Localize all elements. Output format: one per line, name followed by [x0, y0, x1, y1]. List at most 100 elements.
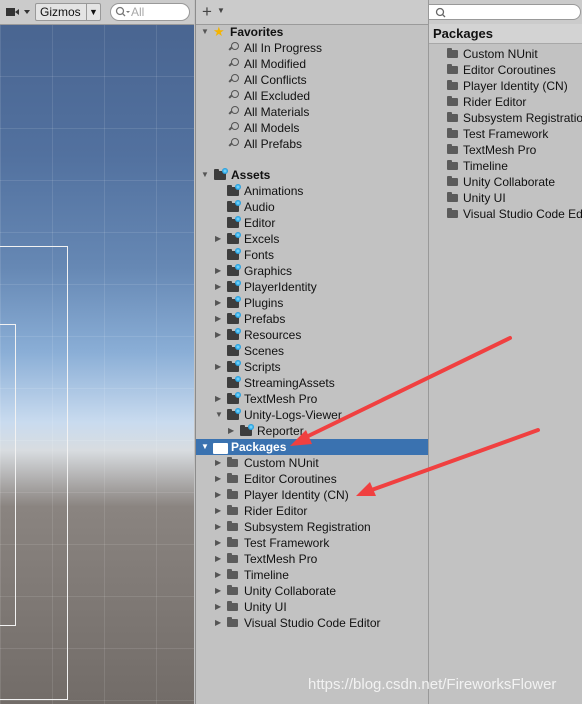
- scene-view[interactable]: Gizmos ▼ All: [0, 0, 194, 704]
- tree-item-asset-folder[interactable]: StreamingAssets: [196, 375, 428, 391]
- tree-item-package[interactable]: ▶ Visual Studio Code Editor: [196, 615, 428, 631]
- contents-item[interactable]: Rider Editor: [429, 94, 582, 110]
- tree-section-assets[interactable]: ▼ Assets: [196, 167, 428, 183]
- folder-icon: [227, 248, 241, 260]
- contents-item[interactable]: Unity UI: [429, 190, 582, 206]
- create-button[interactable]: + ▼: [200, 2, 228, 21]
- favorites-item-label: All Conflicts: [244, 73, 307, 87]
- collapsed-arrow-icon[interactable]: ▶: [215, 391, 225, 407]
- contents-item[interactable]: Editor Coroutines: [429, 62, 582, 78]
- tree-item-asset-folder[interactable]: Scenes: [196, 343, 428, 359]
- favorites-item[interactable]: All In Progress: [196, 40, 428, 56]
- search-icon: [229, 58, 239, 68]
- tree-item-asset-folder[interactable]: ▶ Scripts: [196, 359, 428, 375]
- folder-icon: [227, 521, 238, 531]
- contents-item-label: TextMesh Pro: [463, 143, 537, 157]
- tree-item-asset-folder[interactable]: ▶ Resources: [196, 327, 428, 343]
- collapsed-arrow-icon[interactable]: ▶: [215, 279, 225, 295]
- contents-item[interactable]: TextMesh Pro: [429, 142, 582, 158]
- contents-item[interactable]: Timeline: [429, 158, 582, 174]
- favorites-item[interactable]: All Excluded: [196, 88, 428, 104]
- expanded-arrow-icon[interactable]: ▼: [201, 24, 211, 40]
- collapsed-arrow-icon[interactable]: ▶: [215, 599, 225, 615]
- collapsed-arrow-icon[interactable]: ▶: [215, 487, 225, 503]
- collapsed-arrow-icon[interactable]: ▶: [215, 551, 225, 567]
- tree-item-package[interactable]: ▶ Timeline: [196, 567, 428, 583]
- tree-section-packages[interactable]: ▼ Packages: [196, 439, 428, 455]
- contents-item[interactable]: Test Framework: [429, 126, 582, 142]
- favorites-item-label: All Modified: [244, 57, 307, 71]
- favorites-item[interactable]: All Conflicts: [196, 72, 428, 88]
- collapsed-arrow-icon[interactable]: ▶: [215, 295, 225, 311]
- contents-item[interactable]: Subsystem Registration: [429, 110, 582, 126]
- chevron-down-icon[interactable]: ▼: [89, 4, 98, 20]
- tree-item-package[interactable]: ▶ Editor Coroutines: [196, 471, 428, 487]
- contents-item[interactable]: Custom NUnit: [429, 46, 582, 62]
- tree-section-favorites[interactable]: ▼ ★ Favorites: [196, 24, 428, 40]
- tree-item-asset-folder[interactable]: Audio: [196, 199, 428, 215]
- favorites-item[interactable]: All Materials: [196, 104, 428, 120]
- gizmos-dropdown[interactable]: Gizmos ▼: [35, 3, 101, 21]
- project-search-input[interactable]: [429, 4, 581, 20]
- folder-icon: [227, 505, 238, 515]
- tree-item-label: StreamingAssets: [244, 376, 335, 390]
- collapsed-arrow-icon[interactable]: ▶: [215, 583, 225, 599]
- tree-item-asset-folder[interactable]: Editor: [196, 215, 428, 231]
- collapsed-arrow-icon[interactable]: ▶: [215, 615, 225, 631]
- tree-item-asset-folder[interactable]: Animations: [196, 183, 428, 199]
- contents-item[interactable]: Visual Studio Code Editor: [429, 206, 582, 222]
- open-folder-icon: [213, 443, 228, 454]
- tree-item-label: Editor: [244, 216, 276, 230]
- tree-item-asset-folder[interactable]: ▼ Unity-Logs-Viewer: [196, 407, 428, 423]
- expanded-arrow-icon[interactable]: ▼: [215, 407, 225, 423]
- tree-item-package[interactable]: ▶ Test Framework: [196, 535, 428, 551]
- tree-item-asset-folder[interactable]: ▶ Prefabs: [196, 311, 428, 327]
- tree-item-asset-folder[interactable]: Fonts: [196, 247, 428, 263]
- folder-icon: [227, 280, 241, 292]
- camera-dropdown[interactable]: [2, 4, 32, 20]
- folder-icon: [447, 96, 458, 106]
- collapsed-arrow-icon[interactable]: ▶: [215, 311, 225, 327]
- folder-icon: [447, 112, 458, 122]
- favorites-item-label: All Prefabs: [244, 137, 303, 151]
- tree-item-asset-folder[interactable]: ▶ Graphics: [196, 263, 428, 279]
- folder-icon: [227, 328, 241, 340]
- collapsed-arrow-icon[interactable]: ▶: [215, 231, 225, 247]
- expanded-arrow-icon[interactable]: ▼: [201, 439, 211, 455]
- collapsed-arrow-icon[interactable]: ▶: [215, 359, 225, 375]
- tree-item-asset-folder[interactable]: ▶ Excels: [196, 231, 428, 247]
- collapsed-arrow-icon[interactable]: ▶: [228, 423, 238, 439]
- favorites-item[interactable]: All Models: [196, 120, 428, 136]
- tree-item-package[interactable]: ▶ Unity Collaborate: [196, 583, 428, 599]
- collapsed-arrow-icon[interactable]: ▶: [215, 567, 225, 583]
- collapsed-arrow-icon[interactable]: ▶: [215, 503, 225, 519]
- collapsed-arrow-icon[interactable]: ▶: [215, 327, 225, 343]
- contents-item[interactable]: Unity Collaborate: [429, 174, 582, 190]
- tree-item-asset-folder[interactable]: ▶ Plugins: [196, 295, 428, 311]
- tree-item-package[interactable]: ▶ Subsystem Registration: [196, 519, 428, 535]
- tree-item-asset-folder[interactable]: ▶ Reporter: [196, 423, 428, 439]
- search-icon: [229, 74, 239, 84]
- tree-item-package[interactable]: ▶ Rider Editor: [196, 503, 428, 519]
- scene-search-input[interactable]: All: [110, 3, 190, 21]
- collapsed-arrow-icon[interactable]: ▶: [215, 519, 225, 535]
- collapsed-arrow-icon[interactable]: ▶: [215, 455, 225, 471]
- tree-item-package[interactable]: ▶ Player Identity (CN): [196, 487, 428, 503]
- folder-icon: [227, 184, 241, 196]
- tree-item-asset-folder[interactable]: ▶ PlayerIdentity: [196, 279, 428, 295]
- tree-item-package[interactable]: ▶ TextMesh Pro: [196, 551, 428, 567]
- search-icon: [229, 90, 239, 100]
- tree-item-label: TextMesh Pro: [244, 392, 318, 406]
- collapsed-arrow-icon[interactable]: ▶: [215, 535, 225, 551]
- contents-item[interactable]: Player Identity (CN): [429, 78, 582, 94]
- collapsed-arrow-icon[interactable]: ▶: [215, 263, 225, 279]
- tree-item-package[interactable]: ▶ Custom NUnit: [196, 455, 428, 471]
- favorites-item[interactable]: All Modified: [196, 56, 428, 72]
- tree-item-asset-folder[interactable]: ▶ TextMesh Pro: [196, 391, 428, 407]
- collapsed-arrow-icon[interactable]: ▶: [215, 471, 225, 487]
- tree-item-label: Visual Studio Code Editor: [244, 616, 381, 630]
- tree-item-package[interactable]: ▶ Unity UI: [196, 599, 428, 615]
- expanded-arrow-icon[interactable]: ▼: [201, 167, 211, 183]
- section-label: Packages: [231, 440, 287, 454]
- favorites-item[interactable]: All Prefabs: [196, 136, 428, 152]
